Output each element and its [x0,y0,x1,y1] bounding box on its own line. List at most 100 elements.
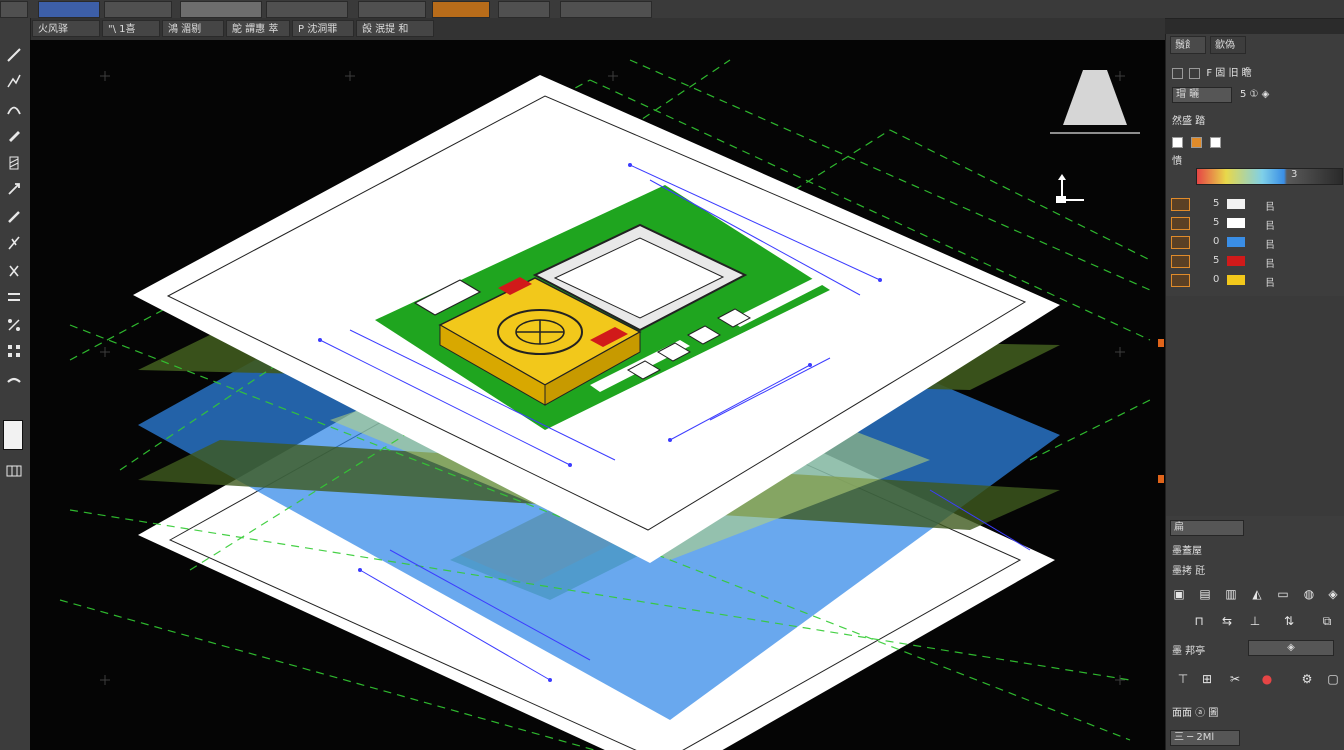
pan-icon[interactable]: ⊤ [1176,672,1190,686]
grid-toggle-icon[interactable] [3,460,25,482]
filter-icon[interactable] [1172,67,1183,79]
layer-list-empty-area [1166,296,1344,516]
polyline-tool-icon[interactable] [3,70,25,92]
copy-icon[interactable]: ⧉ [1320,614,1334,628]
line-tool-icon[interactable] [3,44,25,66]
tool-icon-row: ▣ ▤ ▥ ◭ ▭ ◍ ◈ [1170,587,1340,609]
tab-1[interactable]: "\ 1喜 [102,20,160,37]
left-tool-palette [0,18,31,750]
viewcube-icon[interactable] [1045,65,1145,140]
layer-row[interactable]: 5 㠯 [1171,196,1341,214]
cut-icon[interactable]: ✂ [1228,672,1242,686]
property-row: 墨拷 瓩 [1172,566,1206,577]
color-gradient-bar[interactable]: 3 [1196,168,1343,185]
window-icon[interactable]: ▢ [1326,672,1340,686]
color-section-label: 憒 [1172,156,1182,167]
dropdown-label: 墨 邦亭 [1172,646,1206,657]
polar-icon[interactable]: ▥ [1224,587,1238,601]
layer-row[interactable]: 0 㠯 [1171,272,1341,290]
color-swatch-icon[interactable] [3,420,23,450]
arc-tool-icon[interactable] [3,98,25,120]
layer-row[interactable]: 0 㠯 [1171,234,1341,252]
panel-edge-marker[interactable] [1158,339,1164,347]
otrack-icon[interactable]: ▭ [1276,587,1290,601]
annotation-tools-button[interactable] [266,1,348,18]
app-menu-button[interactable] [0,1,28,18]
layer-swatch-icon[interactable] [1227,218,1245,228]
tab-3[interactable]: 鴕 謂惠 萃 [226,20,290,37]
swatch-white-icon[interactable] [1172,137,1183,148]
property-title: 墨蓋屋 [1172,546,1202,557]
dyn-icon[interactable]: ◍ [1302,587,1316,601]
record-icon[interactable]: ● [1260,672,1274,686]
layer-state-extra: 5 ① ◈ [1240,89,1270,100]
layer-row[interactable]: 5 㠯 [1171,215,1341,233]
view-icon-row: ⊤ ⊞ ✂ ● ⚙ ▢ [1170,672,1340,694]
layer-row[interactable]: 5 㠯 [1171,253,1341,271]
settings-icon[interactable]: ⚙ [1300,672,1314,686]
swatch-white-2-icon[interactable] [1210,137,1222,148]
layer-color-icon[interactable] [1171,274,1190,287]
zoom-icon[interactable]: ⊞ [1200,672,1214,686]
new-layer-icon[interactable] [1189,67,1201,79]
layer-swatch-icon[interactable] [1227,199,1245,209]
match-icon[interactable]: ⊓ [1192,614,1206,628]
layer-color-icon[interactable] [1171,236,1190,249]
layer-num: 0 [1213,236,1220,247]
style-dropdown[interactable]: ◈ [1248,640,1334,656]
color-value: 3 [1291,169,1298,180]
layer-tools-button[interactable] [358,1,426,18]
layer-swatch-icon[interactable] [1227,237,1245,247]
array-tool-icon[interactable] [3,340,25,362]
layer-label: 㠯 [1265,221,1275,232]
pin-icon[interactable]: ⊥ [1248,614,1262,628]
output-tools-button[interactable] [560,1,652,18]
tab-0[interactable]: 火风驿 [32,20,100,37]
drawing-viewport[interactable] [30,40,1165,750]
sort-icon[interactable]: ⇅ [1282,614,1296,628]
edit-icon-row: ⊓ ⇆ ⊥ ⇅ ⧉ [1170,614,1340,636]
modify-tools-button[interactable] [180,1,262,18]
draw-tools-button[interactable] [104,1,172,18]
swatch-orange-icon[interactable] [1191,137,1203,148]
layer-num: 0 [1213,274,1220,285]
ucs-axis-icon [1056,174,1084,203]
snap-icon[interactable]: ▣ [1172,587,1186,601]
bottom-panel-tab[interactable]: 扁 [1170,520,1244,536]
footer-status: 三 ─ 2Ml [1170,730,1240,746]
layer-swatch-icon[interactable] [1227,256,1245,266]
offset-tool-icon[interactable] [3,286,25,308]
panel-tab-layers[interactable]: 歙偽 [1210,36,1246,54]
layer-label: 㠯 [1265,259,1275,270]
section-label: 然盛 踏 [1172,116,1206,127]
ortho-icon[interactable]: ▤ [1198,587,1212,601]
stretch-tool-icon[interactable] [3,370,25,392]
lineweight-icon[interactable]: ◈ [1326,587,1340,601]
mirror-tool-icon[interactable] [3,260,25,282]
layer-state-button[interactable]: 瑁 曬 [1172,87,1232,103]
tab-5[interactable]: 㲃 泯提 和 [356,20,434,37]
panel-tab-properties[interactable]: 鬚飠 [1170,36,1206,54]
scale-tool-icon[interactable] [3,314,25,336]
layer-color-icon[interactable] [1171,198,1190,211]
move-tool-icon[interactable] [3,178,25,200]
trim-tool-icon[interactable] [3,232,25,254]
right-properties-panel: 鬚飠 歙偽 F 固 旧 瞻 瑁 曬 5 ① ◈ 然盛 踏 憒 3 5 㠯 5 㠯… [1158,34,1344,750]
quick-access-button[interactable] [38,1,100,18]
arrow-left-right-icon[interactable]: ⇆ [1220,614,1234,628]
panel-edge-marker[interactable] [1158,475,1164,483]
isometric-drawing-canvas [59,59,1151,750]
osnap-icon[interactable]: ◭ [1250,587,1264,601]
tab-2[interactable]: 鴻 湄剔 [162,20,224,37]
pen-tool-icon[interactable] [3,124,25,146]
tab-4[interactable]: P 沈洞罪 [292,20,354,37]
hatch-tool-icon[interactable] [3,152,25,174]
layer-color-icon[interactable] [1171,217,1190,230]
insert-tools-button[interactable] [432,1,490,18]
properties-header-label: F 固 旧 瞻 [1206,68,1252,79]
layer-color-icon[interactable] [1171,255,1190,268]
layer-swatch-icon[interactable] [1227,275,1245,285]
rotate-tool-icon[interactable] [3,206,25,228]
view-tools-button[interactable] [498,1,550,18]
layer-label: 㠯 [1265,278,1275,289]
